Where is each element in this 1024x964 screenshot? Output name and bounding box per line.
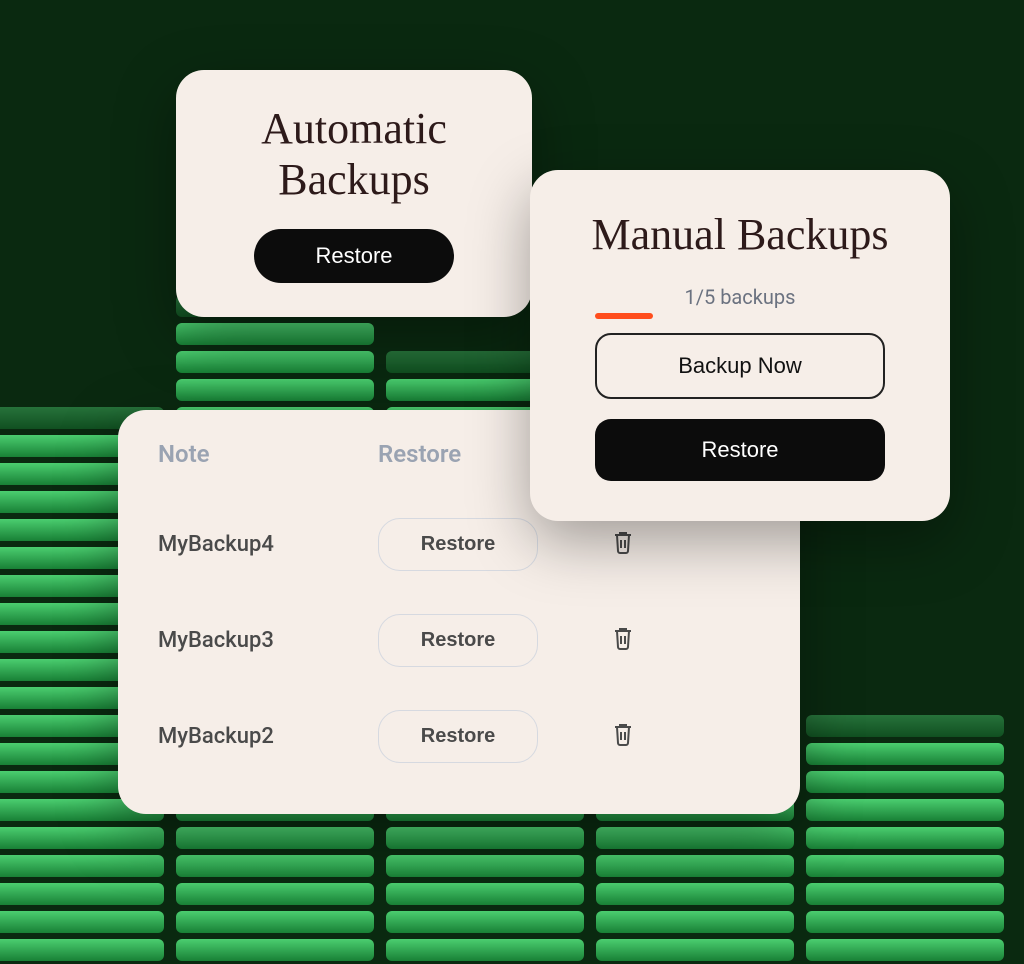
backup-now-button[interactable]: Backup Now bbox=[595, 333, 885, 399]
trash-icon[interactable] bbox=[611, 625, 635, 651]
backup-note: MyBackup2 bbox=[158, 724, 378, 749]
manual-backups-card: Manual Backups 1/5 backups Backup Now Re… bbox=[530, 170, 950, 521]
backup-row: MyBackup2 Restore bbox=[158, 688, 760, 784]
restore-row-button[interactable]: Restore bbox=[378, 710, 538, 763]
manual-restore-button[interactable]: Restore bbox=[595, 419, 885, 481]
restore-row-button[interactable]: Restore bbox=[378, 518, 538, 571]
trash-icon[interactable] bbox=[611, 529, 635, 555]
backup-row: MyBackup3 Restore bbox=[158, 592, 760, 688]
automatic-backups-card: Automatic Backups Restore bbox=[176, 70, 532, 317]
manual-backups-title: Manual Backups bbox=[560, 210, 920, 261]
automatic-restore-button[interactable]: Restore bbox=[254, 229, 454, 283]
backup-usage-progress bbox=[595, 313, 653, 319]
backup-note: MyBackup4 bbox=[158, 532, 378, 557]
backup-count-label: 1/5 backups bbox=[595, 285, 885, 309]
backup-note: MyBackup3 bbox=[158, 628, 378, 653]
column-header-note: Note bbox=[158, 440, 378, 468]
trash-icon[interactable] bbox=[611, 721, 635, 747]
automatic-backups-title: Automatic Backups bbox=[204, 104, 504, 205]
restore-row-button[interactable]: Restore bbox=[378, 614, 538, 667]
